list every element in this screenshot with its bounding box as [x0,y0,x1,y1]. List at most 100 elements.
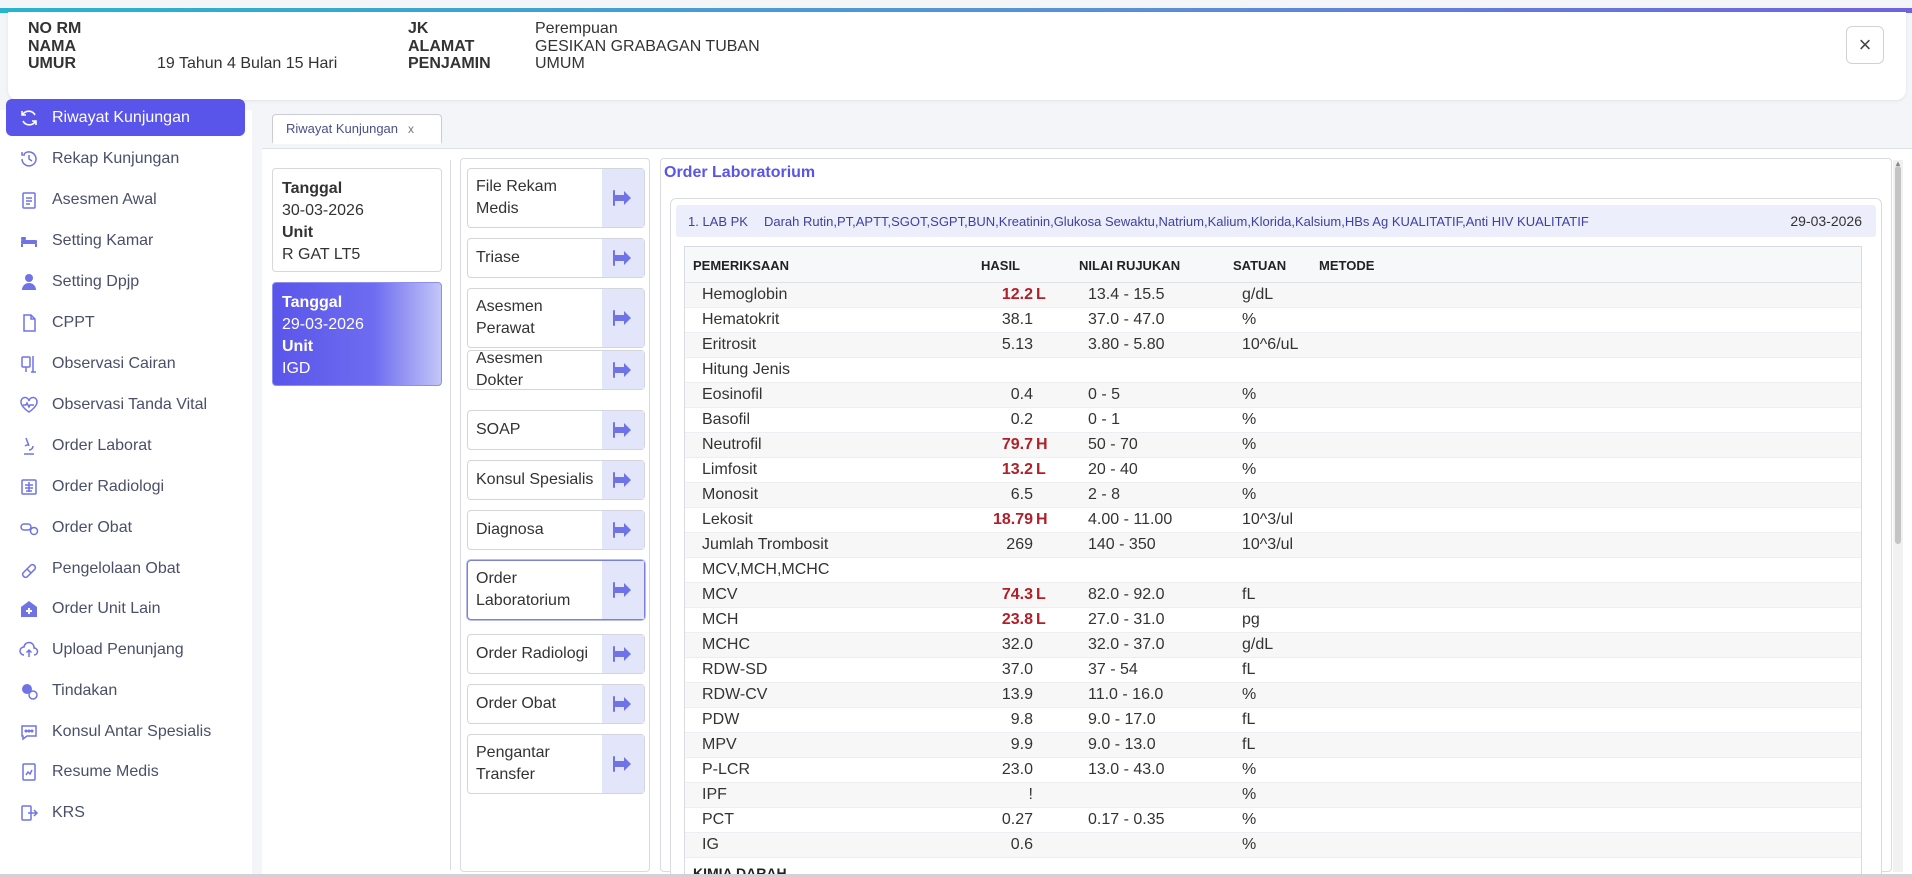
menu-item-pengantar-transfer[interactable]: Pengantar Transfer [467,734,645,794]
reference-range: 13.0 - 43.0 [1088,761,1165,778]
abnormal-flag: H [1036,511,1048,528]
procedure-icon [18,680,40,702]
menu-item-konsul-spesialis[interactable]: Konsul Spesialis [467,460,645,500]
result-value: 32.0 [1001,636,1033,653]
open-arrow-icon[interactable] [602,735,644,793]
menu-item-asesmen-perawat[interactable]: Asesmen Perawat [467,288,645,348]
sidebar-item-konsul-antar-spesialis[interactable]: Konsul Antar Spesialis [6,713,245,750]
sidebar-item-setting-dpjp[interactable]: Setting Dpjp [6,263,245,300]
result-value: ! [1028,786,1033,803]
menu-item-order-laboratorium[interactable]: Order Laboratorium [467,560,645,620]
sidebar-item-label: Konsul Antar Spesialis [52,722,212,740]
sidebar-item-resume-medis[interactable]: Resume Medis [6,753,245,790]
scrollbar-thumb[interactable] [1895,166,1901,544]
table-header: PEMERIKSAAN HASIL NILAI RUJUKAN SATUAN M… [685,247,1861,283]
sidebar-item-setting-kamar[interactable]: Setting Kamar [6,222,245,259]
abnormal-flag: L [1036,286,1046,303]
sidebar-item-krs[interactable]: KRS [6,794,245,831]
tab-close-icon[interactable]: x [408,122,414,136]
close-button[interactable]: × [1846,26,1884,64]
hospital-icon [18,598,40,620]
table-row: MCHC 32.0 32.0 - 37.0 g/dL [685,633,1861,658]
open-arrow-icon[interactable] [602,289,644,347]
open-arrow-icon[interactable] [602,635,644,673]
visit-tanggal-label: Tanggal [282,294,343,311]
test-name: Hemoglobin [702,286,788,303]
order-header[interactable]: 1. LAB PK Darah Rutin,PT,APTT,SGOT,SGPT,… [676,205,1876,237]
document-icon [18,312,40,334]
menu-item-file-rekam-medis[interactable]: File Rekam Medis [467,168,645,228]
menu-item-triase[interactable]: Triase [467,238,645,278]
test-name: Monosit [702,486,759,503]
table-row: Basofil 0.2 0 - 1% [685,408,1861,433]
result-value: 0.4 [1010,386,1033,403]
open-arrow-icon[interactable] [602,169,644,227]
unit: g/dL [1242,636,1274,653]
penjamin-value: UMUM [535,55,585,72]
menu-item-asesmen-dokter[interactable]: Asesmen Dokter [467,350,645,390]
open-arrow-icon[interactable] [602,351,644,389]
tab-riwayat-kunjungan[interactable]: Riwayat Kunjungan x [272,114,442,144]
result-value: 23.8 [1001,611,1033,628]
open-arrow-icon[interactable] [602,461,644,499]
table-row: Hematokrit 38.1 37.0 - 47.0% [685,308,1861,333]
reference-range: 3.80 - 5.80 [1088,336,1165,353]
sidebar-item-observasi-tanda-vital[interactable]: Observasi Tanda Vital [6,386,245,423]
menu-item-soap[interactable]: SOAP [467,410,645,450]
reference-range: 82.0 - 92.0 [1088,586,1165,603]
sidebar-item-label: Riwayat Kunjungan [52,108,190,126]
menu-item-diagnosa[interactable]: Diagnosa [467,510,645,550]
table-row: Monosit 6.5 2 - 8% [685,483,1861,508]
sidebar-item-label: Rekap Kunjungan [52,149,180,167]
no-rm-label: NO RM [28,20,82,37]
menu-item-order-radiologi[interactable]: Order Radiologi [467,634,645,674]
open-arrow-icon[interactable] [602,239,644,277]
jk-value: Perempuan [535,20,618,37]
col-pemeriksaan: PEMERIKSAAN [693,258,790,273]
reference-range: 9.0 - 17.0 [1088,711,1156,728]
sidebar-item-observasi-cairan[interactable]: Observasi Cairan [6,345,245,382]
doctor-icon [18,271,40,293]
menu-item-order-obat[interactable]: Order Obat [467,684,645,724]
table-row: Lekosit 18.79 H 4.00 - 11.00 10^3/ul [685,508,1861,533]
visit-unit: R GAT LT5 [282,246,361,263]
umur-value: 19 Tahun 4 Bulan 15 Hari [157,55,338,72]
col-hasil: HASIL [981,258,1020,273]
visit-card[interactable]: Tanggal 30-03-2026 Unit R GAT LT5 [272,168,442,272]
sidebar-item-label: Order Laborat [52,436,152,454]
order-number: 1. LAB PK [688,213,748,229]
result-value: 23.0 [1001,761,1033,778]
open-arrow-icon[interactable] [602,685,644,723]
sidebar-item-upload-penunjang[interactable]: Upload Penunjang [6,631,245,668]
sidebar-item-riwayat-kunjungan[interactable]: Riwayat Kunjungan [6,99,245,136]
sidebar-item-tindakan[interactable]: Tindakan [6,672,245,709]
reference-range: 9.0 - 13.0 [1088,736,1156,753]
cloud-upload-icon [18,639,40,661]
sidebar-item-label: Upload Penunjang [52,640,184,658]
order-date: 29-03-2026 [1790,213,1862,229]
sidebar-item-pengelolaan-obat[interactable]: Pengelolaan Obat [6,550,245,587]
sidebar-item-rekap-kunjungan[interactable]: Rekap Kunjungan [6,140,245,177]
sidebar-item-order-obat[interactable]: Order Obat [6,509,245,546]
close-icon: × [1858,32,1872,57]
open-arrow-icon[interactable] [602,511,644,549]
unit: % [1242,811,1257,828]
unit: % [1242,836,1257,853]
test-name: Neutrofil [702,436,762,453]
table-row: Jumlah Trombosit 269 140 - 350 10^3/ul [685,533,1861,558]
sidebar-item-asesmen-awal[interactable]: Asesmen Awal [6,181,245,218]
open-arrow-icon[interactable] [602,561,644,619]
open-arrow-icon[interactable] [602,411,644,449]
scroll-up-arrow[interactable]: ▲ [1894,160,1902,168]
sidebar-item-order-unit-lain[interactable]: Order Unit Lain [6,590,245,627]
sidebar-item-order-radiologi[interactable]: Order Radiologi [6,468,245,505]
sidebar-item-label: Observasi Cairan [52,354,176,372]
unit: pg [1242,611,1260,628]
table-row: Eritrosit 5.13 3.80 - 5.80 10^6/uL [685,333,1861,358]
sidebar-item-label: Resume Medis [52,762,159,780]
reference-range: 11.0 - 16.0 [1088,686,1164,703]
visit-card-selected[interactable]: Tanggal 29-03-2026 Unit IGD [272,282,442,386]
sidebar-item-order-laborat[interactable]: Order Laborat [6,427,245,464]
sidebar-item-cppt[interactable]: CPPT [6,304,245,341]
unit: 10^3/ul [1242,536,1294,553]
